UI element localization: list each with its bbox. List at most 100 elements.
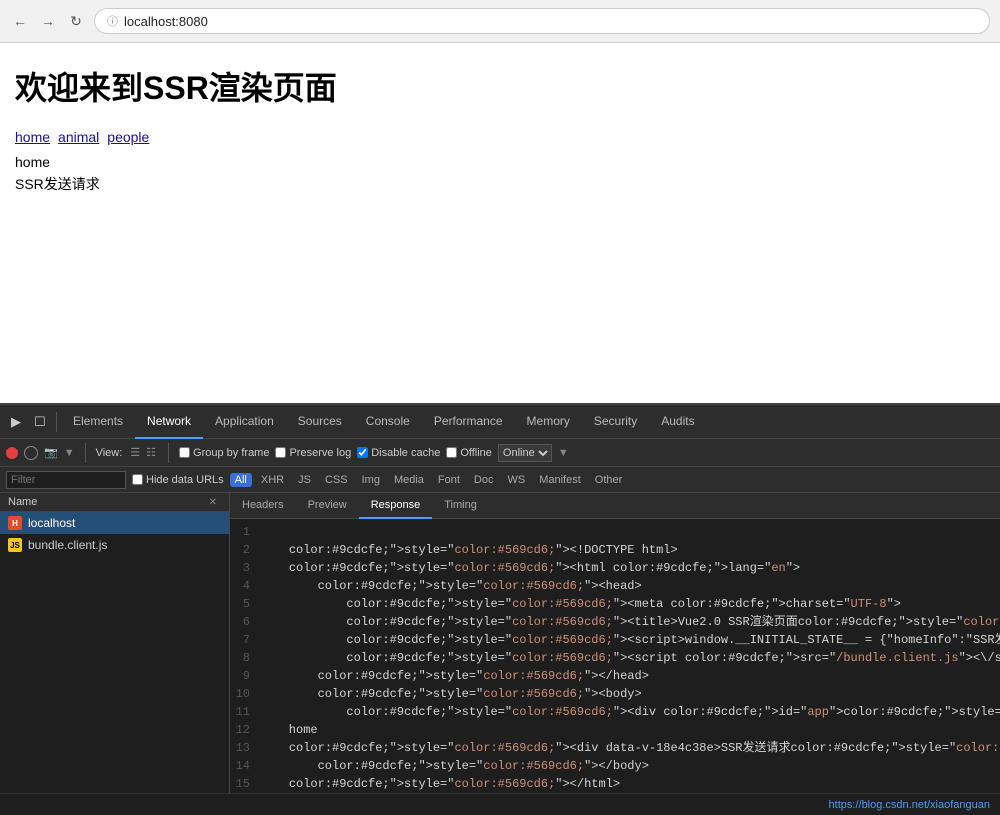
- line-content: home: [260, 721, 318, 739]
- filter-tag-ws[interactable]: WS: [502, 473, 530, 487]
- line-content: color:#9cdcfe;">style="color:#569cd6;"><…: [260, 685, 642, 703]
- line-content: color:#9cdcfe;">style="color:#569cd6;"><…: [260, 577, 642, 595]
- back-button[interactable]: ←: [10, 11, 30, 31]
- filter-tag-all[interactable]: All: [230, 473, 252, 487]
- code-line: 2 color:#9cdcfe;">style="color:#569cd6;"…: [230, 541, 1000, 559]
- page-links: home animal people: [15, 129, 985, 145]
- cursor-icon-btn[interactable]: ▶: [4, 410, 28, 434]
- response-tabs: Headers Preview Response Timing: [230, 493, 1000, 519]
- tab-audits[interactable]: Audits: [649, 405, 706, 439]
- link-home[interactable]: home: [15, 129, 50, 145]
- devtools-toolbar: ▶ ☐ Elements Network Application Sources…: [0, 405, 1000, 439]
- filter-tag-js[interactable]: JS: [293, 473, 316, 487]
- line-content: color:#9cdcfe;">style="color:#569cd6;"><…: [260, 775, 620, 793]
- line-number: 12: [230, 721, 260, 739]
- link-people[interactable]: people: [107, 129, 149, 145]
- hide-data-urls-checkbox[interactable]: [132, 474, 143, 485]
- filter-tag-doc[interactable]: Doc: [469, 473, 499, 487]
- line-content: color:#9cdcfe;">style="color:#569cd6;"><…: [260, 739, 1000, 757]
- line-number: 15: [230, 775, 260, 793]
- line-number: 11: [230, 703, 260, 721]
- tab-performance[interactable]: Performance: [422, 405, 515, 439]
- filter-tag-xhr[interactable]: XHR: [256, 473, 289, 487]
- group-by-frame-checkbox[interactable]: [179, 447, 190, 458]
- refresh-button[interactable]: ↻: [66, 11, 86, 31]
- code-line: 5 color:#9cdcfe;">style="color:#569cd6;"…: [230, 595, 1000, 613]
- filter-input[interactable]: [6, 471, 126, 489]
- filter-tag-other[interactable]: Other: [590, 473, 628, 487]
- group-by-frame-label[interactable]: Group by frame: [179, 447, 269, 459]
- close-column[interactable]: ✕: [209, 497, 217, 508]
- clear-button[interactable]: [24, 446, 38, 460]
- preserve-log-label[interactable]: Preserve log: [275, 447, 351, 459]
- filter-tag-font[interactable]: Font: [433, 473, 465, 487]
- throttle-select[interactable]: Online: [498, 444, 552, 462]
- lock-icon: ⓘ: [107, 13, 118, 29]
- name-column-header: Name: [8, 496, 209, 508]
- disable-cache-checkbox[interactable]: [357, 447, 368, 458]
- response-tab-timing[interactable]: Timing: [432, 493, 489, 519]
- tab-console[interactable]: Console: [354, 405, 422, 439]
- tab-security[interactable]: Security: [582, 405, 649, 439]
- filter-tags: All XHR JS CSS Img Media Font Doc WS Man…: [230, 473, 628, 487]
- preserve-log-checkbox[interactable]: [275, 447, 286, 458]
- file-item-bundle[interactable]: JS bundle.client.js: [0, 534, 229, 556]
- filter-tag-manifest[interactable]: Manifest: [534, 473, 586, 487]
- tab-sources[interactable]: Sources: [286, 405, 354, 439]
- response-panel: Headers Preview Response Timing 1 2 colo…: [230, 493, 1000, 793]
- group-by-frame-text: Group by frame: [193, 447, 269, 459]
- record-button[interactable]: [6, 447, 18, 459]
- file-list-header: Name ✕: [0, 493, 229, 512]
- line-content: color:#9cdcfe;">style="color:#569cd6;"><…: [260, 595, 901, 613]
- tab-application[interactable]: Application: [203, 405, 286, 439]
- tab-memory[interactable]: Memory: [515, 405, 582, 439]
- line-content: color:#9cdcfe;">style="color:#569cd6;"><…: [260, 541, 678, 559]
- link-animal[interactable]: animal: [58, 129, 99, 145]
- code-line: 9 color:#9cdcfe;">style="color:#569cd6;"…: [230, 667, 1000, 685]
- toolbar-divider: [56, 412, 57, 432]
- line-content: color:#9cdcfe;">style="color:#569cd6;"><…: [260, 667, 649, 685]
- line-content: color:#9cdcfe;">style="color:#569cd6;"><…: [260, 757, 649, 775]
- response-tab-response[interactable]: Response: [359, 493, 433, 519]
- filter-tag-img[interactable]: Img: [357, 473, 385, 487]
- network-table: Name ✕ H localhost JS bundle.client.js H…: [0, 493, 1000, 793]
- tab-network[interactable]: Network: [135, 405, 203, 439]
- code-line: 14 color:#9cdcfe;">style="color:#569cd6;…: [230, 757, 1000, 775]
- line-number: 2: [230, 541, 260, 559]
- line-number: 13: [230, 739, 260, 757]
- view-label: View:: [96, 447, 123, 459]
- list-view-btn[interactable]: ☰: [128, 444, 142, 461]
- offline-text: Offline: [460, 447, 492, 459]
- bottom-url: https://blog.csdn.net/xiaofanguan: [829, 799, 990, 811]
- offline-checkbox[interactable]: [446, 447, 457, 458]
- offline-label[interactable]: Offline: [446, 447, 492, 459]
- toolbar-divider2: [85, 443, 86, 463]
- box-icon-btn[interactable]: ☐: [28, 410, 52, 434]
- code-line: 7 color:#9cdcfe;">style="color:#569cd6;"…: [230, 631, 1000, 649]
- line-number: 14: [230, 757, 260, 775]
- response-tab-preview[interactable]: Preview: [296, 493, 359, 519]
- disable-cache-label[interactable]: Disable cache: [357, 447, 440, 459]
- grid-view-btn[interactable]: ☷: [144, 444, 158, 461]
- line-number: 8: [230, 649, 260, 667]
- line-content: color:#9cdcfe;">style="color:#569cd6;"><…: [260, 631, 1000, 649]
- line-number: 5: [230, 595, 260, 613]
- forward-button[interactable]: →: [38, 11, 58, 31]
- page-text-home: home: [15, 151, 985, 173]
- filter-tag-media[interactable]: Media: [389, 473, 429, 487]
- code-line: 12 home: [230, 721, 1000, 739]
- filter-icon: ▼: [64, 447, 75, 459]
- view-buttons: ☰ ☷: [128, 444, 158, 461]
- file-name-bundle: bundle.client.js: [28, 538, 107, 552]
- filter-tag-css[interactable]: CSS: [320, 473, 353, 487]
- line-content: color:#9cdcfe;">style="color:#569cd6;"><…: [260, 703, 1000, 721]
- address-bar[interactable]: ⓘ localhost:8080: [94, 8, 990, 34]
- response-tab-headers[interactable]: Headers: [230, 493, 296, 519]
- file-item-localhost[interactable]: H localhost: [0, 512, 229, 534]
- page-text-ssr: SSR发送请求: [15, 173, 985, 195]
- page-content: 欢迎来到SSR渲染页面 home animal people home SSR发…: [0, 43, 1000, 403]
- tab-elements[interactable]: Elements: [61, 405, 135, 439]
- hide-data-urls-label[interactable]: Hide data URLs: [132, 474, 224, 486]
- filter-bar: Hide data URLs All XHR JS CSS Img Media …: [0, 467, 1000, 493]
- code-viewer: 1 2 color:#9cdcfe;">style="color:#569cd6…: [230, 519, 1000, 793]
